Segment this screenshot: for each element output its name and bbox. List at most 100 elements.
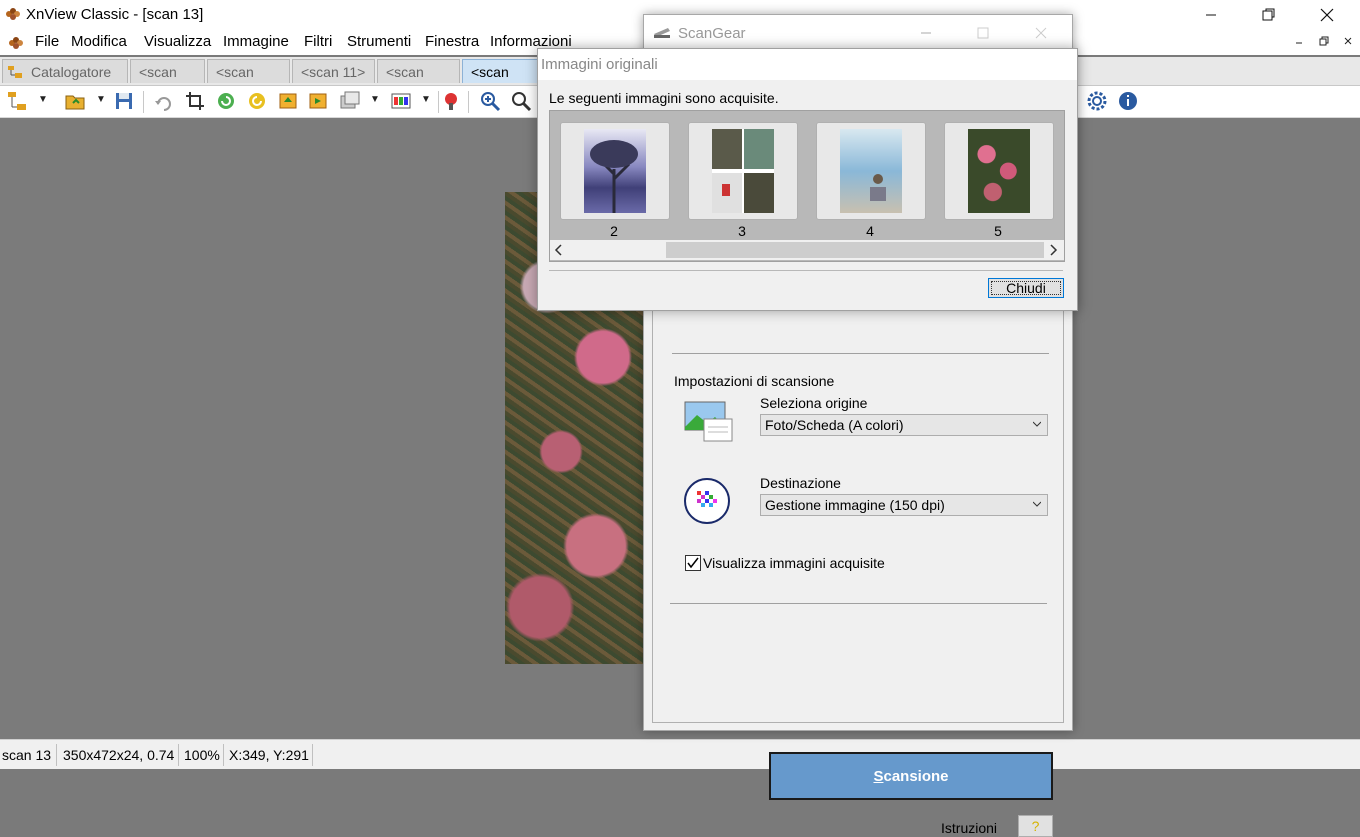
- photo-source-icon: [684, 401, 733, 442]
- thumbnail-5[interactable]: [944, 122, 1054, 220]
- scangear-title: ScanGear: [678, 25, 746, 42]
- source-label: Seleziona origine: [760, 395, 868, 411]
- dialog-message: Le seguenti immagini sono acquisite.: [549, 90, 779, 106]
- xnview-app-icon: [6, 8, 20, 20]
- close-icon[interactable]: [1035, 27, 1047, 39]
- mdi-restore-button[interactable]: [1315, 34, 1333, 50]
- chevron-down-icon[interactable]: ▼: [370, 94, 380, 105]
- filter-icon[interactable]: [440, 90, 462, 112]
- previous-image-icon[interactable]: [277, 90, 299, 112]
- minimize-button[interactable]: [1182, 0, 1240, 30]
- destination-select[interactable]: Gestione immagine (150 dpi): [760, 494, 1048, 516]
- save-icon[interactable]: [113, 90, 135, 112]
- thumbnail-image: [712, 129, 774, 213]
- chevron-left-icon[interactable]: [554, 244, 564, 256]
- restore-icon: [1319, 36, 1329, 46]
- open-folder-icon[interactable]: [64, 90, 86, 112]
- mdi-close-button[interactable]: [1339, 34, 1357, 50]
- minimize-icon[interactable]: [920, 27, 932, 39]
- status-image-info: 350x472x24, 0.74: [63, 747, 175, 763]
- window-title: XnView Classic - [scan 13]: [26, 6, 204, 23]
- scan-button-label: cansione: [883, 767, 949, 785]
- original-images-dialog: Immagini originali Le seguenti immagini …: [537, 48, 1078, 311]
- tab-scan-12[interactable]: <scan 12>: [377, 59, 460, 104]
- menu-file[interactable]: File: [35, 33, 59, 50]
- source-select[interactable]: Foto/Scheda (A colori): [760, 414, 1048, 436]
- menu-visualizza[interactable]: Visualizza: [144, 33, 211, 50]
- close-window-button[interactable]: [1298, 0, 1356, 30]
- zoom-fit-icon[interactable]: [510, 90, 532, 112]
- thumbnail-image: [968, 129, 1030, 213]
- chevron-down-icon[interactable]: ▼: [96, 94, 106, 105]
- scangear-titlebar: ScanGear: [644, 15, 1072, 49]
- tab-label: <scan 11>: [301, 64, 366, 80]
- undo-icon[interactable]: [152, 90, 174, 112]
- maximize-icon[interactable]: [977, 27, 989, 39]
- status-separator: [178, 744, 179, 766]
- browser-tree-icon[interactable]: [6, 90, 28, 112]
- slideshow-icon[interactable]: [339, 90, 361, 112]
- thumbnail-3[interactable]: [688, 122, 798, 220]
- tab-scan-11[interactable]: <scan 11>: [292, 59, 375, 83]
- tree-picture: [590, 140, 638, 213]
- help-button[interactable]: ?: [1018, 815, 1053, 837]
- status-zoom: 100%: [184, 747, 220, 763]
- rotate-left-icon[interactable]: [215, 90, 237, 112]
- tab-catalogatore[interactable]: Catalogatore: [2, 59, 128, 83]
- chevron-down-icon: [1033, 421, 1041, 427]
- thumbnail-2[interactable]: [560, 122, 670, 220]
- thumbnail-number: 3: [738, 223, 746, 239]
- mdi-minimize-button[interactable]: [1290, 34, 1308, 50]
- menu-immagine[interactable]: Immagine: [223, 33, 289, 50]
- scan-button[interactable]: Scansione: [769, 752, 1053, 800]
- scrollbar-thumb[interactable]: [666, 242, 1044, 258]
- show-images-label[interactable]: Visualizza immagini acquisite: [703, 555, 885, 571]
- divider: [549, 270, 1063, 271]
- tab-scan-9[interactable]: <scan 9>: [130, 59, 205, 104]
- xnview-menu-icon[interactable]: [8, 35, 24, 51]
- status-image-name: scan 13: [2, 747, 52, 763]
- tab-label: Catalogatore: [31, 64, 112, 80]
- crop-icon[interactable]: [184, 90, 206, 112]
- status-separator: [312, 744, 313, 766]
- menu-strumenti[interactable]: Strumenti: [347, 33, 411, 50]
- status-bar: scan 13 350x472x24, 0.74 100% X:349, Y:2…: [0, 739, 1360, 769]
- tab-scan-13[interactable]: <scan 13>: [462, 59, 542, 104]
- toolbar-separator: [143, 91, 144, 113]
- folder-tree-icon: [8, 66, 22, 78]
- thumbnail-4[interactable]: [816, 122, 926, 220]
- thumbnail-strip: 2 3 4 5: [549, 110, 1065, 262]
- settings-heading: Impostazioni di scansione: [674, 373, 835, 389]
- settings-gear-icon[interactable]: [1086, 90, 1108, 112]
- chevron-right-icon[interactable]: [1048, 244, 1058, 256]
- divider: [672, 353, 1049, 354]
- info-icon[interactable]: [1117, 90, 1139, 112]
- menu-filtri[interactable]: Filtri: [304, 33, 332, 50]
- status-coordinates: X:349, Y:291: [229, 747, 309, 763]
- dialog-title: Immagini originali: [541, 56, 658, 73]
- scan-button-mnemonic: S: [873, 767, 884, 785]
- close-icon: [1344, 37, 1352, 45]
- zoom-in-icon[interactable]: [479, 90, 501, 112]
- next-image-icon[interactable]: [307, 90, 329, 112]
- chevron-down-icon[interactable]: ▼: [38, 94, 48, 105]
- chevron-down-icon[interactable]: ▼: [421, 94, 431, 105]
- destination-selected-value: Gestione immagine (150 dpi): [765, 497, 945, 513]
- horizontal-scrollbar[interactable]: [550, 240, 1064, 260]
- rotate-right-icon[interactable]: [246, 90, 268, 112]
- dialog-titlebar: Immagini originali: [538, 49, 1077, 80]
- menu-modifica[interactable]: Modifica: [71, 33, 127, 50]
- close-dialog-button[interactable]: Chiudi: [988, 278, 1064, 298]
- toolbar-separator: [468, 91, 469, 113]
- color-adjust-icon[interactable]: [390, 90, 412, 112]
- thumbnail-image: [584, 129, 646, 213]
- menu-finestra[interactable]: Finestra: [425, 33, 479, 50]
- restore-button[interactable]: [1240, 0, 1298, 30]
- minimize-icon: [1296, 42, 1302, 44]
- checkmark-icon: [687, 557, 699, 569]
- status-separator: [223, 744, 224, 766]
- tab-scan-10[interactable]: <scan 10>: [207, 59, 290, 104]
- thumbnail-image: [840, 129, 902, 213]
- show-images-checkbox[interactable]: [685, 555, 701, 571]
- status-separator: [56, 744, 57, 766]
